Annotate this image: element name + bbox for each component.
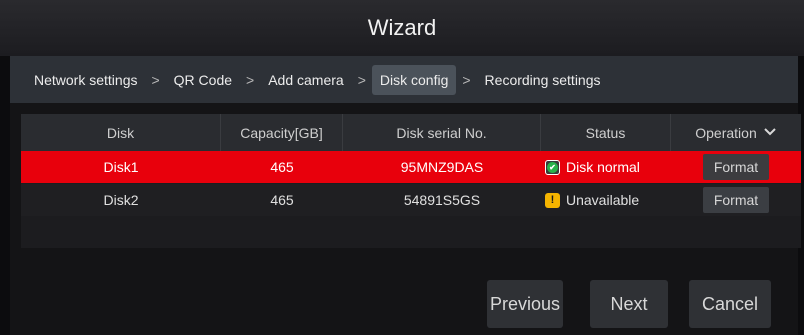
cell-disk: Disk2 bbox=[103, 192, 139, 208]
step-separator: > bbox=[246, 71, 255, 88]
wizard-steps: Network settings > QR Code > Add camera … bbox=[10, 56, 798, 103]
header-serial: Disk serial No. bbox=[343, 114, 541, 151]
header-status: Status bbox=[541, 114, 671, 151]
window-title: Wizard bbox=[367, 15, 437, 40]
format-button[interactable]: Format bbox=[703, 187, 769, 213]
header-operation[interactable]: Operation bbox=[671, 114, 801, 151]
cell-disk: Disk1 bbox=[103, 159, 139, 175]
step-qr-code[interactable]: QR Code bbox=[166, 65, 240, 95]
table-row[interactable]: Disk1 465 95MNZ9DAS ✔ Disk normal Format bbox=[21, 151, 801, 183]
warning-icon: ! bbox=[545, 192, 560, 208]
table-header: Disk Capacity[GB] Disk serial No. Status… bbox=[21, 114, 801, 151]
cell-status: ✔ Disk normal bbox=[541, 151, 671, 183]
previous-button[interactable]: Previous bbox=[487, 280, 563, 328]
format-button[interactable]: Format bbox=[703, 154, 769, 180]
header-capacity: Capacity[GB] bbox=[221, 114, 343, 151]
next-button[interactable]: Next bbox=[590, 280, 668, 328]
footer bbox=[10, 269, 798, 335]
status-text: Unavailable bbox=[566, 192, 640, 208]
step-add-camera[interactable]: Add camera bbox=[260, 65, 351, 95]
header-operation-label: Operation bbox=[695, 124, 757, 141]
step-network-settings[interactable]: Network settings bbox=[26, 65, 145, 95]
disk-table: Disk Capacity[GB] Disk serial No. Status… bbox=[21, 114, 801, 248]
disk-config-panel: Disk Capacity[GB] Disk serial No. Status… bbox=[10, 103, 801, 269]
check-icon: ✔ bbox=[545, 159, 560, 175]
cell-capacity: 465 bbox=[270, 192, 294, 208]
cell-operation: Format bbox=[671, 184, 801, 216]
header-disk: Disk bbox=[21, 114, 221, 151]
table-row[interactable]: Disk2 465 54891S5GS ! Unavailable Format bbox=[21, 184, 801, 216]
step-separator: > bbox=[151, 71, 160, 88]
cell-capacity: 465 bbox=[270, 159, 294, 175]
step-disk-config[interactable]: Disk config bbox=[371, 64, 457, 95]
status-text: Disk normal bbox=[566, 159, 640, 175]
cell-status: ! Unavailable bbox=[541, 184, 671, 216]
cancel-button[interactable]: Cancel bbox=[689, 280, 771, 328]
title-bar: Wizard bbox=[0, 0, 804, 56]
step-separator: > bbox=[462, 71, 471, 88]
step-recording-settings[interactable]: Recording settings bbox=[477, 65, 609, 95]
cell-operation: Format bbox=[671, 151, 801, 183]
chevron-down-icon[interactable] bbox=[763, 126, 777, 140]
step-separator: > bbox=[357, 71, 366, 88]
cell-serial: 54891S5GS bbox=[403, 192, 481, 208]
cell-serial: 95MNZ9DAS bbox=[400, 159, 484, 175]
